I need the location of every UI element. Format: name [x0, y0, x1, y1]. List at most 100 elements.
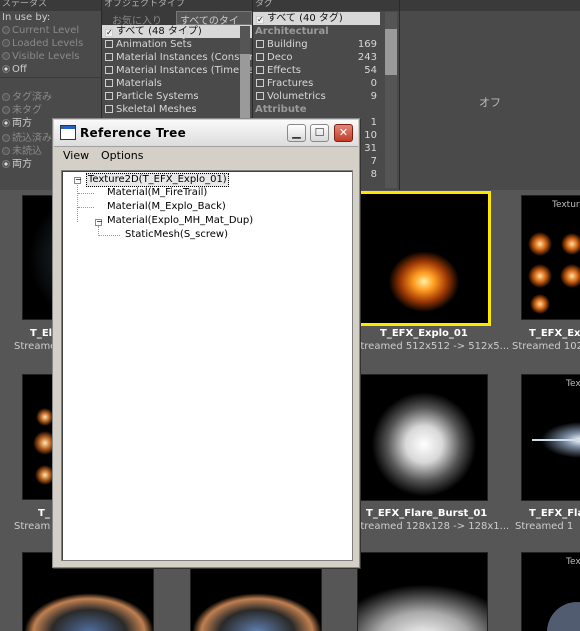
in-use-option[interactable]: Loaded Levels	[0, 37, 101, 50]
explosion-sheet-preview	[522, 196, 580, 319]
tag-status-option[interactable]: 未タグ	[0, 104, 101, 117]
checkbox-icon	[256, 40, 264, 48]
status-column: オフ	[400, 0, 580, 190]
menu-options[interactable]: Options	[101, 149, 143, 162]
menu-view[interactable]: View	[63, 149, 89, 162]
off-status-text: オフ	[479, 96, 501, 109]
asset-thumbnail-partial-3[interactable]: Texture2D	[521, 195, 580, 320]
dialog-menubar: View Options	[54, 147, 358, 165]
tag-status-option-label: 未タグ	[12, 105, 42, 116]
radio-selected-icon	[2, 160, 10, 168]
radio-selected-icon	[2, 119, 10, 127]
in-use-option-label: Loaded Levels	[12, 38, 84, 49]
close-button[interactable]: ✕	[334, 124, 353, 142]
tree-connector	[78, 193, 94, 194]
in-use-option-label: Visible Levels	[12, 51, 80, 62]
reference-tree-view[interactable]: − Texture2D(T_EFX_Explo_01) Material(M_F…	[61, 170, 353, 561]
in-use-label: In use by:	[2, 12, 51, 23]
tag-count: 8	[370, 169, 377, 180]
checkbox-icon	[105, 53, 113, 61]
tag-item[interactable]: Effects 54	[253, 64, 399, 77]
window-icon	[60, 125, 76, 140]
asset-name-flare: T_EFX_Flare_Burst_01	[366, 508, 488, 519]
type-item-label: Material Instances (Constant)	[116, 52, 252, 63]
in-use-option[interactable]: Current Level	[0, 24, 101, 37]
asset-name-3: T_EFX_Exp	[529, 328, 580, 339]
checkbox-icon	[256, 66, 264, 74]
asset-thumbnail-row3-3[interactable]: Texture2D	[357, 552, 488, 631]
flare-preview	[358, 375, 487, 500]
minimize-button[interactable]: ▁	[287, 124, 306, 142]
glow-preview	[358, 553, 487, 631]
dialog-titlebar[interactable]: Reference Tree ▁ ☐ ✕	[54, 120, 358, 147]
blank-header	[400, 0, 580, 11]
tag-count: 54	[364, 65, 377, 76]
tag-item-label: Volumetrics	[267, 91, 326, 102]
tag-item-label: Fractures	[267, 78, 314, 89]
checkbox-icon	[256, 79, 264, 87]
radio-icon	[2, 147, 10, 155]
type-item[interactable]: Skeletal Meshes	[102, 103, 252, 116]
tree-node-material-firetrail[interactable]: Material(M_FireTrail)	[107, 187, 207, 199]
tag-count: 0	[370, 78, 377, 89]
asset-thumbnail-flare[interactable]: Texture2D	[357, 374, 488, 501]
type-list: Animation Sets Material Instances (Consta…	[102, 38, 252, 116]
tag-item[interactable]: Building 169	[253, 38, 399, 51]
tree-node-material-explo-back[interactable]: Material(M_Explo_Back)	[107, 201, 226, 213]
type-item[interactable]: Material Instances (Constant)	[102, 51, 252, 64]
checkbox-icon	[105, 92, 113, 100]
object-type-header: オブジェクトタイプ	[102, 0, 252, 11]
type-item[interactable]: Particle Systems	[102, 90, 252, 103]
tag-item[interactable]: Volumetrics 9	[253, 90, 399, 103]
asset-name-6: T_EFX_Fla	[529, 508, 580, 519]
tree-node-root[interactable]: Texture2D(T_EFX_Explo_01)	[86, 173, 229, 187]
type-item[interactable]: Material Instances (Time Varying)	[102, 64, 252, 77]
in-use-option[interactable]: Off	[0, 63, 101, 76]
tag-count: 9	[370, 91, 377, 102]
favorites-tab[interactable]: お気に入り	[112, 12, 162, 27]
checkbox-icon	[105, 105, 113, 113]
tree-node-material-explo-dup[interactable]: Material(Explo_MH_Mat_Dup)	[107, 215, 253, 227]
load-status-option-label: 未読込	[12, 146, 42, 157]
in-use-option-label: Off	[12, 64, 27, 75]
tag-count: 1	[370, 117, 377, 128]
lens-flare-preview	[522, 375, 580, 500]
asset-thumbnail-row3-4[interactable]: Texture2D	[521, 552, 580, 631]
all-types-tab[interactable]: すべてのタイプ	[176, 11, 252, 42]
architectural-group: Architectural	[255, 26, 329, 37]
asset-sub-flare: Streamed 128x128 -> 128x1...	[354, 521, 510, 532]
maximize-button[interactable]: ☐	[310, 124, 329, 142]
tag-status-option-label: 両方	[12, 118, 32, 129]
in-use-group: Current Level Loaded Levels Visible Levels…	[0, 24, 101, 76]
tree-node-staticmesh-screw[interactable]: StaticMesh(S_screw)	[125, 229, 228, 241]
in-use-option[interactable]: Visible Levels	[0, 50, 101, 63]
type-item[interactable]: Animation Sets	[102, 38, 252, 51]
tag-count: 31	[364, 143, 377, 154]
tag-item[interactable]: Fractures 0	[253, 77, 399, 90]
tree-connector	[78, 207, 94, 208]
tag-item-label: Effects	[267, 65, 301, 76]
radio-icon	[2, 52, 10, 60]
checkbox-icon	[256, 92, 264, 100]
tag-item[interactable]: Deco 243	[253, 51, 399, 64]
tag-scrollbar[interactable]	[385, 12, 397, 188]
checkbox-icon	[105, 40, 113, 48]
reference-tree-dialog: Reference Tree ▁ ☐ ✕ View Options − Text…	[52, 118, 360, 568]
checkbox-checked-icon: ✓	[105, 28, 113, 37]
tree-connector	[77, 185, 78, 222]
type-item[interactable]: Materials	[102, 77, 252, 90]
asset-sub-6: Streamed 1	[515, 521, 574, 532]
collapse-root-toggle[interactable]: −	[74, 176, 82, 184]
tag-status-option[interactable]: タグ済み	[0, 91, 101, 104]
asset-thumbnail-partial-6[interactable]: Texture2D	[521, 374, 580, 501]
all-tags-item[interactable]: ✓ すべて (40 タグ)	[253, 12, 380, 25]
checkbox-icon	[256, 53, 264, 61]
asset-thumbnail-selected[interactable]: Texture2D	[355, 191, 491, 326]
collapse-node-toggle[interactable]: −	[95, 218, 103, 226]
asset-name-1: T_El	[30, 328, 53, 339]
radio-icon	[2, 39, 10, 47]
tag-count: 7	[370, 156, 377, 167]
in-use-option-label: Current Level	[12, 25, 80, 36]
tag-count: 10	[364, 130, 377, 141]
asset-name-4: T_	[38, 508, 50, 519]
